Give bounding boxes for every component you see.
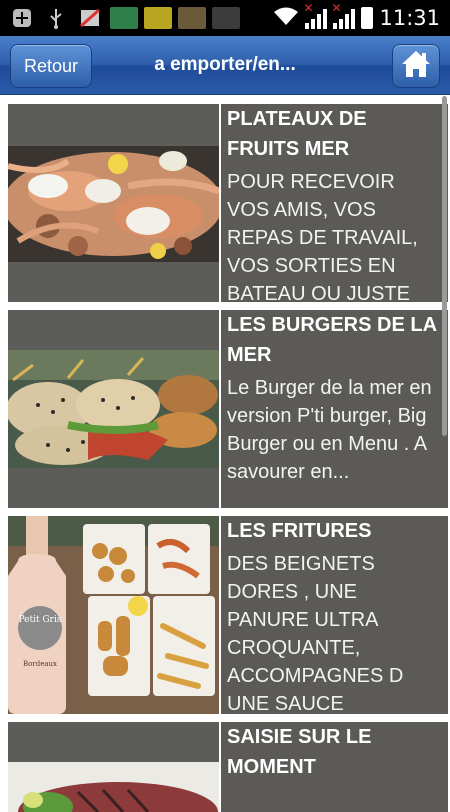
signal-icon-2: ✕ [331, 1, 356, 29]
status-bar: ✕ ✕ 11:31 [0, 0, 450, 36]
item-description: POUR RECEVOIR VOS AMIS, VOS REPAS DE TRA… [227, 171, 418, 302]
header-bar: Retour a emporter/en... [0, 36, 450, 95]
bottle-sublabel: Bordeaux [23, 660, 57, 668]
item-text: LES FRITURES DES BEIGNETS DORES , UNE PA… [221, 516, 448, 714]
battery-icon [361, 7, 374, 29]
list-item[interactable]: PLATEAUX DE FRUITS MER POUR RECEVOIR VOS… [8, 104, 448, 302]
seafood-platter-photo [8, 146, 219, 262]
app-icon-3 [178, 7, 206, 29]
home-icon [400, 49, 432, 83]
app-icon-4 [212, 7, 240, 29]
blocked-icon [76, 7, 104, 29]
item-title: SAISIE SUR LE MOMENT [227, 726, 372, 778]
item-thumbnail [8, 722, 219, 812]
app-icon-2 [144, 7, 172, 29]
item-text: SAISIE SUR LE MOMENT [221, 722, 448, 812]
item-thumbnail [8, 104, 219, 302]
scrollbar[interactable] [442, 96, 447, 436]
item-thumbnail: Petit Gris Bordeaux [8, 516, 219, 714]
clock: 11:31 [379, 6, 440, 30]
back-button[interactable]: Retour [10, 44, 92, 88]
home-button[interactable] [392, 44, 440, 88]
fritures-and-wine-photo: Petit Gris Bordeaux [8, 516, 219, 714]
item-text: PLATEAUX DE FRUITS MER POUR RECEVOIR VOS… [221, 104, 448, 302]
page-title: a emporter/en... [154, 54, 296, 75]
sea-burgers-photo [8, 350, 219, 468]
item-title: LES BURGERS DE LA MER [227, 314, 437, 366]
app-icon-1 [110, 7, 138, 29]
wifi-icon [273, 5, 299, 31]
plus-icon [8, 7, 36, 29]
list-item[interactable]: Petit Gris Bordeaux LES FRITURES DES BEI… [8, 516, 448, 714]
item-description: Le Burger de la mer en version P'ti burg… [227, 377, 432, 483]
item-title: PLATEAUX DE FRUITS MER [227, 108, 367, 160]
item-text: LES BURGERS DE LA MER Le Burger de la me… [221, 310, 448, 508]
seared-tuna-photo [8, 762, 219, 812]
signal-icon: ✕ [303, 1, 328, 29]
item-thumbnail [8, 310, 219, 508]
usb-icon [42, 7, 70, 29]
item-description: DES BEIGNETS DORES , UNE PANURE ULTRA CR… [227, 553, 404, 714]
list-item[interactable]: LES BURGERS DE LA MER Le Burger de la me… [8, 310, 448, 508]
item-title: LES FRITURES [227, 520, 372, 542]
product-list: PLATEAUX DE FRUITS MER POUR RECEVOIR VOS… [0, 95, 450, 812]
bottle-label: Petit Gris [19, 615, 62, 625]
list-item[interactable]: SAISIE SUR LE MOMENT [8, 722, 448, 812]
